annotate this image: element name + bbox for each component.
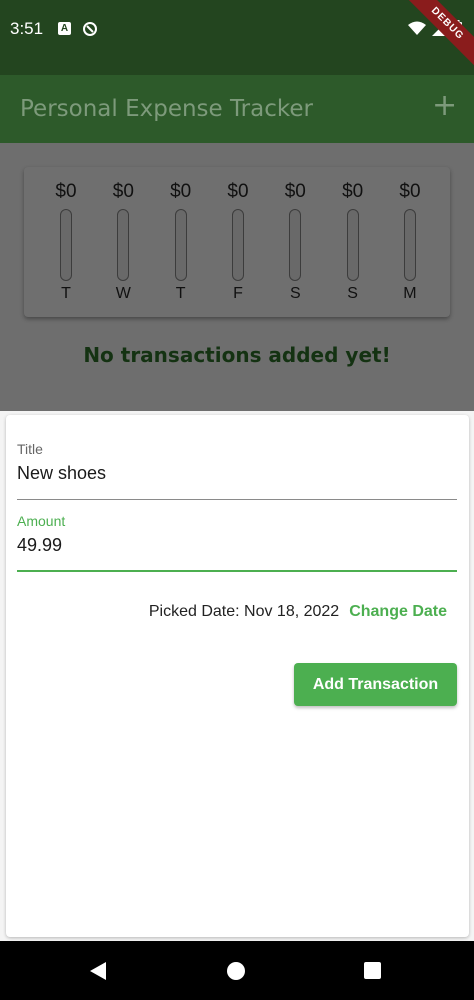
chart-bar-track	[174, 209, 187, 281]
change-date-button[interactable]: Change Date	[349, 603, 447, 621]
status-bar: 3:51 A DEBUG	[0, 0, 474, 75]
home-icon[interactable]	[227, 962, 245, 980]
app-title: Personal Expense Tracker	[20, 96, 313, 122]
chart-bar-amount: $0	[227, 181, 249, 202]
add-transaction-button[interactable]: Add Transaction	[294, 663, 457, 706]
amount-field-value[interactable]: 49.99	[17, 535, 457, 556]
picked-date-text: Picked Date: Nov 18, 2022	[148, 603, 340, 620]
amount-field[interactable]: Amount 49.99	[17, 513, 457, 572]
chart-bar-column: $0 T	[46, 179, 86, 307]
chart-bar-track	[117, 209, 130, 281]
chart-bar-column: $0 T	[161, 179, 201, 307]
q-icon	[83, 22, 97, 36]
chart-bar-day: M	[403, 285, 417, 302]
chart-bars: $0 T $0 W $0 T $0 F $0 S $0 S $0 M	[46, 179, 430, 307]
chart-bar-amount: $0	[112, 181, 134, 202]
chart-bar-amount: $0	[399, 181, 421, 202]
chart-bar-amount: $0	[284, 181, 306, 202]
chart-bar-column: $0 F	[218, 179, 258, 307]
chart-bar-track	[403, 209, 416, 281]
date-row: Picked Date: Nov 18, 2022 Change Date	[6, 603, 447, 621]
chart-bar-track	[231, 209, 244, 281]
chart-bar-column: $0 M	[390, 179, 430, 307]
status-time: 3:51	[10, 19, 44, 38]
title-field[interactable]: Title New shoes	[17, 441, 457, 500]
chart-bar-amount: $0	[170, 181, 192, 202]
back-icon[interactable]	[89, 962, 107, 980]
chart-bar-amount: $0	[342, 181, 364, 202]
chart-bar-day: W	[115, 285, 131, 302]
empty-transactions-message: No transactions added yet!	[83, 343, 391, 367]
system-nav-bar	[0, 941, 474, 1000]
chart-bar-column: $0 S	[333, 179, 373, 307]
a-icon: A	[58, 22, 71, 35]
new-transaction-sheet: Title New shoes Amount 49.99 Picked Date…	[6, 415, 469, 937]
chart-bar-column: $0 W	[103, 179, 143, 307]
chart-bar-day: T	[61, 285, 71, 302]
weekly-chart-card: $0 T $0 W $0 T $0 F $0 S $0 S $0 M	[24, 167, 450, 317]
modal-scrim[interactable]: $0 T $0 W $0 T $0 F $0 S $0 S $0 M No transactions ad…	[0, 143, 474, 411]
recents-icon[interactable]	[364, 962, 381, 979]
app-bar: Personal Expense Tracker +	[0, 75, 474, 143]
amount-field-label: Amount	[17, 513, 66, 529]
chart-bar-day: S	[347, 285, 358, 302]
add-icon[interactable]: +	[432, 91, 457, 121]
title-field-label: Title	[17, 441, 43, 457]
chart-bar-track	[289, 209, 302, 281]
chart-bar-day: F	[233, 285, 243, 302]
chart-bar-track	[346, 209, 359, 281]
chart-bar-day: T	[175, 285, 186, 302]
title-field-underline	[17, 499, 457, 500]
amount-field-underline	[17, 570, 457, 572]
chart-bar-column: $0 S	[275, 179, 315, 307]
wifi-icon	[408, 21, 426, 35]
chart-bar-track	[60, 209, 72, 281]
chart-bar-amount: $0	[55, 181, 77, 202]
chart-bar-day: S	[289, 285, 301, 302]
title-field-value[interactable]: New shoes	[17, 463, 457, 484]
